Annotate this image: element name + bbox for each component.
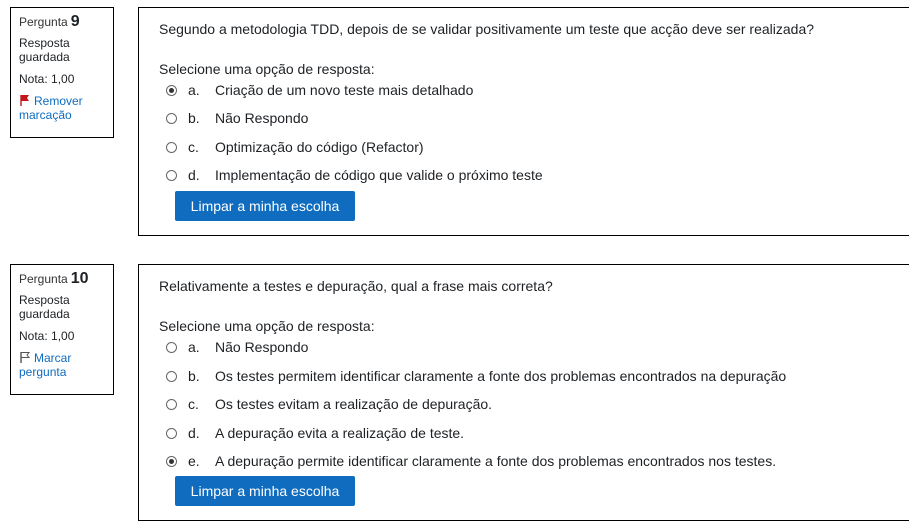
question-text: Relativamente a testes e depuração, qual… [159,278,553,294]
radio-button-selected[interactable] [166,456,177,467]
clear-choice-button[interactable]: Limpar a minha escolha [175,191,355,221]
answer-prompt: Selecione uma opção de resposta: [159,318,375,334]
question-text: Segundo a metodologia TDD, depois de se … [159,21,815,37]
clear-choice-button[interactable]: Limpar a minha escolha [175,476,355,506]
question-content-9: Segundo a metodologia TDD, depois de se … [138,7,909,236]
remove-flag-link[interactable]: Remover marcação [19,94,105,122]
radio-button[interactable] [166,342,177,353]
question-info-9: Pergunta 9 Resposta guardada Nota: 1,00 R… [10,7,114,138]
flag-question-link[interactable]: Marcar pergunta [19,351,105,379]
answer-prompt: Selecione uma opção de resposta: [159,61,375,77]
radio-button[interactable] [166,399,177,410]
question-grade: Nota: 1,00 [19,329,75,343]
question-content-10: Relativamente a testes e depuração, qual… [138,264,909,521]
flag-filled-icon [20,95,29,106]
radio-button[interactable] [166,113,177,124]
question-state: Resposta guardada [19,36,70,64]
question-state: Resposta guardada [19,293,70,321]
question-number: Pergunta 9 [19,13,80,30]
radio-button[interactable] [166,170,177,181]
radio-button[interactable] [166,142,177,153]
question-grade: Nota: 1,00 [19,72,75,86]
question-info-10: Pergunta 10 Resposta guardada Nota: 1,00 … [10,264,114,395]
question-number: Pergunta 10 [19,270,89,287]
radio-button[interactable] [166,371,177,382]
radio-button[interactable] [166,428,177,439]
flag-outline-icon [20,352,31,363]
radio-button-selected[interactable] [166,85,177,96]
